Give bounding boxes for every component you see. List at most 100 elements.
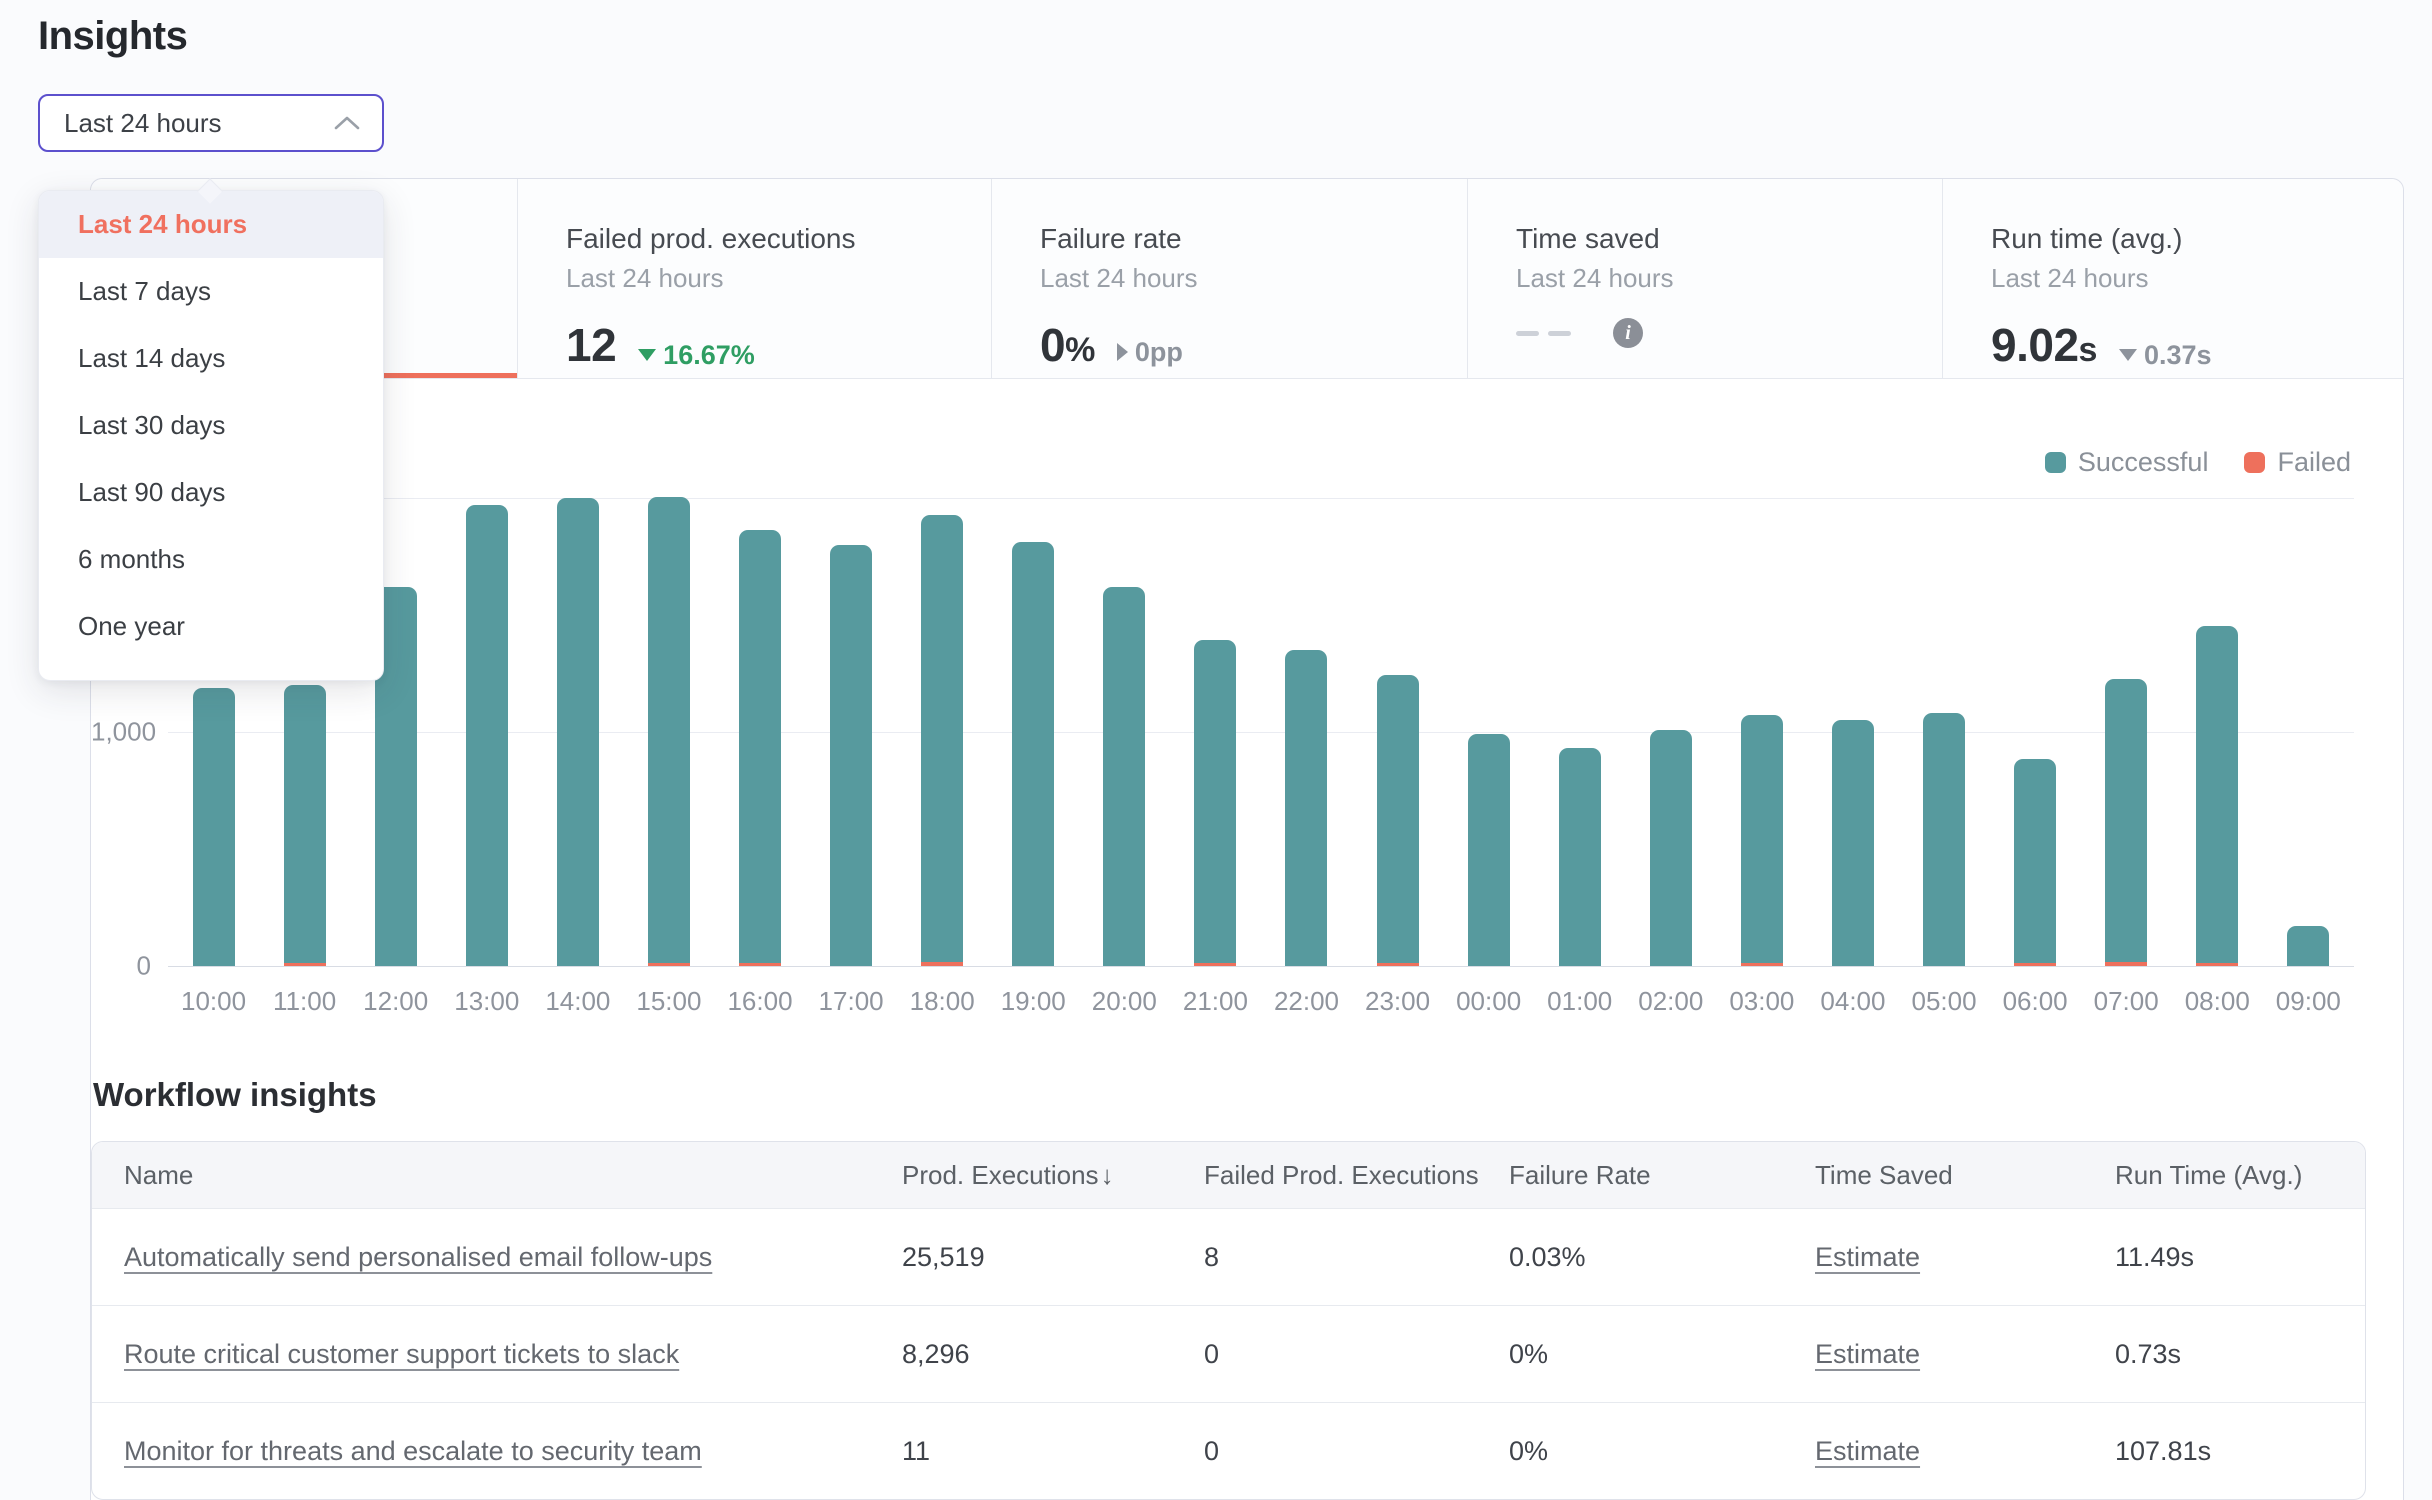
bar-14:00 bbox=[557, 498, 599, 966]
workflow-name-link[interactable]: Monitor for threats and escalate to secu… bbox=[124, 1436, 702, 1466]
bar-slot-02:00 bbox=[1625, 496, 1716, 966]
column-header-time-saved[interactable]: Time Saved bbox=[1815, 1160, 2115, 1191]
bar-slot-06:00 bbox=[1990, 496, 2081, 966]
time-range-select[interactable]: Last 24 hours bbox=[38, 94, 384, 152]
card-delta: 16.67% bbox=[638, 340, 755, 371]
bar-19:00 bbox=[1012, 542, 1054, 966]
failed-prod-executions-cell: 8 bbox=[1204, 1242, 1509, 1273]
bar-07:00 bbox=[2105, 679, 2147, 966]
time-saved-estimate-link[interactable]: Estimate bbox=[1815, 1436, 1920, 1466]
summary-cards-row: Failed prod. executions Last 24 hours 12… bbox=[91, 179, 2403, 379]
info-icon[interactable]: i bbox=[1613, 318, 1643, 348]
column-header-prod-executions[interactable]: Prod. Executions↓ bbox=[902, 1160, 1204, 1191]
x-tick-07:00: 07:00 bbox=[2081, 986, 2172, 1017]
failed-prod-executions-cell: 0 bbox=[1204, 1436, 1509, 1467]
column-header-failure-rate[interactable]: Failure Rate bbox=[1509, 1160, 1815, 1191]
x-tick-15:00: 15:00 bbox=[623, 986, 714, 1017]
card-value: 12 bbox=[566, 318, 616, 372]
bar-slot-03:00 bbox=[1716, 496, 1807, 966]
bar-slot-09:00 bbox=[2263, 496, 2354, 966]
menu-item-one-year[interactable]: One year bbox=[39, 593, 383, 660]
bar-slot-23:00 bbox=[1352, 496, 1443, 966]
bar-slot-04:00 bbox=[1807, 496, 1898, 966]
bar-slot-16:00 bbox=[714, 496, 805, 966]
column-header-failed-prod-executions[interactable]: Failed Prod. Executions bbox=[1204, 1160, 1509, 1191]
workflow-insights-heading: Workflow insights bbox=[93, 1076, 377, 1114]
x-tick-02:00: 02:00 bbox=[1625, 986, 1716, 1017]
x-tick-13:00: 13:00 bbox=[441, 986, 532, 1017]
bar-08:00 bbox=[2196, 626, 2238, 966]
table-row: Route critical customer support tickets … bbox=[92, 1305, 2365, 1402]
column-header-run-time-avg-[interactable]: Run Time (Avg.) bbox=[2115, 1160, 2365, 1191]
bar-21:00 bbox=[1194, 640, 1236, 966]
bar-16:00 bbox=[739, 530, 781, 966]
bar-22:00 bbox=[1285, 650, 1327, 966]
x-tick-21:00: 21:00 bbox=[1170, 986, 1261, 1017]
bar-slot-14:00 bbox=[532, 496, 623, 966]
x-tick-17:00: 17:00 bbox=[806, 986, 897, 1017]
bar-slot-01:00 bbox=[1534, 496, 1625, 966]
x-axis-labels: 10:0011:0012:0013:0014:0015:0016:0017:00… bbox=[168, 986, 2354, 1017]
time-saved-estimate-link: Estimate bbox=[1815, 1339, 2115, 1370]
executions-chart: Successful Failed 2,000 1,000 0 10:0011:… bbox=[91, 379, 2403, 1041]
workflow-name-link: Route critical customer support tickets … bbox=[92, 1339, 902, 1370]
workflow-name-link: Monitor for threats and escalate to secu… bbox=[92, 1436, 902, 1467]
failure-rate-cell: 0% bbox=[1509, 1436, 1815, 1467]
workflow-name-link: Automatically send personalised email fo… bbox=[92, 1242, 902, 1273]
menu-item-last-30-days[interactable]: Last 30 days bbox=[39, 392, 383, 459]
card-subtitle: Last 24 hours bbox=[1040, 263, 1437, 294]
card-run-time[interactable]: Run time (avg.) Last 24 hours 9.02s 0.37… bbox=[1943, 179, 2403, 378]
bar-15:00 bbox=[648, 497, 690, 966]
table-row: Monitor for threats and escalate to secu… bbox=[92, 1402, 2365, 1499]
time-saved-estimate-link[interactable]: Estimate bbox=[1815, 1339, 1920, 1369]
card-time-saved[interactable]: Time saved Last 24 hours i bbox=[1468, 179, 1943, 378]
table-row: Automatically send personalised email fo… bbox=[92, 1208, 2365, 1305]
card-title: Failure rate bbox=[1040, 223, 1437, 255]
bar-18:00 bbox=[921, 515, 963, 966]
bar-20:00 bbox=[1103, 587, 1145, 966]
menu-item-last-14-days[interactable]: Last 14 days bbox=[39, 325, 383, 392]
bar-slot-19:00 bbox=[988, 496, 1079, 966]
card-failure-rate[interactable]: Failure rate Last 24 hours 0% 0pp bbox=[992, 179, 1468, 378]
column-header-name[interactable]: Name bbox=[92, 1160, 902, 1191]
bar-09:00 bbox=[2287, 926, 2329, 966]
bar-10:00 bbox=[193, 688, 235, 966]
trend-down-icon bbox=[2119, 349, 2137, 361]
x-tick-03:00: 03:00 bbox=[1716, 986, 1807, 1017]
bar-05:00 bbox=[1923, 713, 1965, 966]
bar-06:00 bbox=[2014, 759, 2056, 966]
bar-slot-22:00 bbox=[1261, 496, 1352, 966]
x-tick-10:00: 10:00 bbox=[168, 986, 259, 1017]
card-title: Run time (avg.) bbox=[1991, 223, 2373, 255]
insights-panel: Failed prod. executions Last 24 hours 12… bbox=[90, 178, 2404, 1500]
x-tick-05:00: 05:00 bbox=[1898, 986, 1989, 1017]
legend-label: Failed bbox=[2277, 447, 2351, 478]
time-saved-estimate-link[interactable]: Estimate bbox=[1815, 1242, 1920, 1272]
run-time-cell: 107.81s bbox=[2115, 1436, 2365, 1467]
failed-prod-executions-cell: 0 bbox=[1204, 1339, 1509, 1370]
legend-item-successful[interactable]: Successful bbox=[2045, 447, 2209, 478]
bar-series bbox=[168, 496, 2354, 966]
card-delta: 0pp bbox=[1117, 337, 1183, 368]
menu-item-last-90-days[interactable]: Last 90 days bbox=[39, 459, 383, 526]
workflow-name-link[interactable]: Automatically send personalised email fo… bbox=[124, 1242, 712, 1272]
x-tick-14:00: 14:00 bbox=[532, 986, 623, 1017]
table-body: Automatically send personalised email fo… bbox=[92, 1208, 2365, 1499]
legend-label: Successful bbox=[2078, 447, 2209, 478]
card-delta: 0.37s bbox=[2119, 340, 2212, 371]
bar-slot-18:00 bbox=[897, 496, 988, 966]
prod-executions-cell: 25,519 bbox=[902, 1242, 1204, 1273]
menu-item-6-months[interactable]: 6 months bbox=[39, 526, 383, 593]
x-tick-04:00: 04:00 bbox=[1807, 986, 1898, 1017]
workflow-name-link[interactable]: Route critical customer support tickets … bbox=[124, 1339, 679, 1369]
x-tick-12:00: 12:00 bbox=[350, 986, 441, 1017]
bar-23:00 bbox=[1377, 675, 1419, 966]
legend-item-failed[interactable]: Failed bbox=[2244, 447, 2351, 478]
bar-slot-13:00 bbox=[441, 496, 532, 966]
card-failed-executions[interactable]: Failed prod. executions Last 24 hours 12… bbox=[518, 179, 992, 378]
card-title: Failed prod. executions bbox=[566, 223, 961, 255]
menu-item-last-7-days[interactable]: Last 7 days bbox=[39, 258, 383, 325]
chevron-up-icon bbox=[334, 116, 360, 130]
bar-11:00 bbox=[284, 685, 326, 966]
bar-02:00 bbox=[1650, 730, 1692, 966]
